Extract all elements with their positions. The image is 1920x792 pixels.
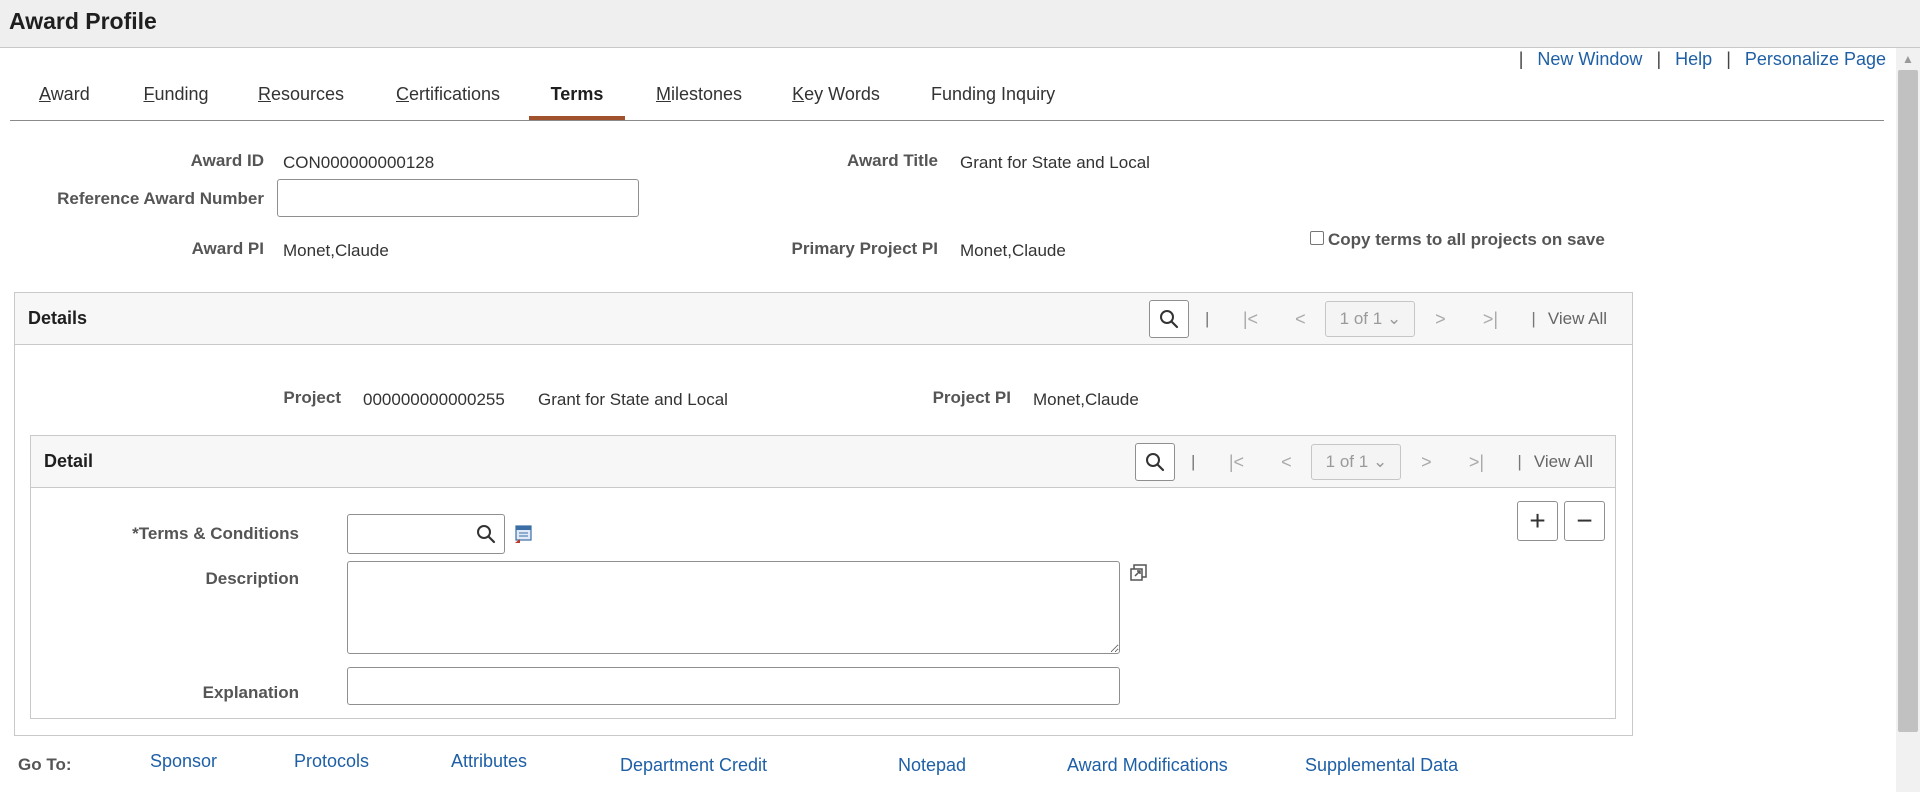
scroll-up-arrow-icon[interactable]: ▲	[1896, 52, 1920, 66]
tab-award[interactable]: Award	[39, 84, 90, 120]
award-id-value: CON000000000128	[283, 153, 435, 172]
copy-terms-label: Copy terms to all projects on save	[1328, 230, 1605, 249]
delete-row-button[interactable]: −	[1564, 501, 1605, 541]
detail-grid-header: Detail | |< < 1 of 1 ⌄ > >| | View All	[31, 436, 1615, 488]
next-page-icon[interactable]: >	[1401, 452, 1451, 473]
goto-award-modifications-link[interactable]: Award Modifications	[1067, 755, 1228, 776]
award-title-value: Grant for State and Local	[960, 153, 1150, 172]
previous-page-icon[interactable]: <	[1275, 309, 1325, 330]
previous-page-icon[interactable]: <	[1261, 452, 1311, 473]
goto-supplemental-data-link[interactable]: Supplemental Data	[1305, 755, 1458, 776]
reference-award-number-input[interactable]	[277, 179, 639, 217]
add-row-button[interactable]: +	[1517, 501, 1558, 541]
search-icon	[1160, 310, 1179, 329]
first-page-icon[interactable]: |<	[1211, 452, 1261, 473]
reference-award-number-label: Reference Award Number	[57, 189, 264, 208]
tab-funding[interactable]: Funding	[142, 84, 210, 120]
page-title: Award Profile	[9, 8, 157, 34]
goto-department-credit-link[interactable]: Department Credit	[620, 755, 767, 776]
next-page-icon[interactable]: >	[1415, 309, 1465, 330]
chevron-down-icon: ⌄	[1372, 452, 1388, 471]
award-pi-label: Award PI	[191, 239, 264, 258]
goto-protocols-link[interactable]: Protocols	[294, 751, 369, 772]
minus-icon: −	[1576, 505, 1593, 536]
detail-search-button[interactable]	[1135, 443, 1175, 481]
lookup-icon[interactable]	[476, 524, 496, 544]
project-id-value: 000000000000255	[363, 390, 505, 409]
page-header	[0, 0, 1920, 48]
expand-icon[interactable]	[1129, 563, 1149, 583]
award-id-label: Award ID	[190, 151, 264, 170]
top-links: | New Window | Help | Personalize Page	[1518, 49, 1886, 69]
tab-key-words[interactable]: Key Words	[791, 84, 881, 120]
details-pager[interactable]: 1 of 1 ⌄	[1325, 301, 1416, 337]
tab-milestones[interactable]: Milestones	[655, 84, 743, 120]
plus-icon: +	[1529, 505, 1546, 536]
details-view-all-link[interactable]: View All	[1548, 309, 1607, 329]
terms-conditions-label: *Terms & Conditions	[132, 524, 299, 543]
tab-resources[interactable]: Resources	[258, 84, 344, 120]
first-page-icon[interactable]: |<	[1225, 309, 1275, 330]
primary-project-pi-label: Primary Project PI	[791, 239, 938, 258]
terms-conditions-input[interactable]	[347, 514, 505, 554]
explanation-label: Explanation	[202, 683, 299, 702]
last-page-icon[interactable]: >|	[1451, 452, 1501, 473]
detail-title: Detail	[44, 451, 94, 471]
goto-label: Go To:	[18, 755, 72, 774]
project-description-value: Grant for State and Local	[538, 390, 728, 409]
tab-funding-inquiry[interactable]: Funding Inquiry	[931, 84, 1055, 120]
personalize-page-link[interactable]: Personalize Page	[1745, 49, 1886, 69]
last-page-icon[interactable]: >|	[1465, 309, 1515, 330]
description-label: Description	[205, 569, 299, 588]
goto-notepad-link[interactable]: Notepad	[898, 755, 966, 776]
details-nav: | |< < 1 of 1 ⌄ > >| | View All	[1149, 299, 1607, 339]
prompt-detail-icon[interactable]	[514, 524, 534, 544]
search-icon	[1146, 453, 1165, 472]
help-link[interactable]: Help	[1675, 49, 1712, 69]
detail-nav: | |< < 1 of 1 ⌄ > >| | View All	[1135, 442, 1593, 482]
description-textarea[interactable]	[347, 561, 1120, 654]
scrollbar-thumb[interactable]	[1898, 70, 1918, 732]
goto-sponsor-link[interactable]: Sponsor	[150, 751, 217, 772]
explanation-input[interactable]	[347, 667, 1120, 705]
tab-certifications[interactable]: Certifications	[396, 84, 500, 120]
details-grid-header: Details | |< < 1 of 1 ⌄ > >| | View All	[15, 293, 1632, 345]
chevron-down-icon: ⌄	[1386, 309, 1402, 328]
project-label: Project	[283, 388, 341, 407]
award-pi-value: Monet,Claude	[283, 241, 389, 260]
detail-view-all-link[interactable]: View All	[1534, 452, 1593, 472]
tab-bar: Award Funding Resources Certifications T…	[10, 80, 1884, 121]
details-search-button[interactable]	[1149, 300, 1189, 338]
details-title: Details	[28, 308, 88, 328]
award-title-label: Award Title	[846, 151, 938, 170]
project-pi-label: Project PI	[932, 388, 1011, 407]
details-grid: Details | |< < 1 of 1 ⌄ > >| | View All …	[14, 292, 1633, 736]
detail-pager[interactable]: 1 of 1 ⌄	[1311, 444, 1402, 480]
detail-grid: Detail | |< < 1 of 1 ⌄ > >| | View All +…	[30, 435, 1616, 719]
project-pi-value: Monet,Claude	[1033, 390, 1139, 409]
new-window-link[interactable]: New Window	[1537, 49, 1642, 69]
goto-attributes-link[interactable]: Attributes	[451, 751, 527, 772]
copy-terms-checkbox[interactable]	[1310, 231, 1324, 245]
tab-terms[interactable]: Terms	[529, 84, 625, 120]
primary-project-pi-value: Monet,Claude	[960, 241, 1066, 260]
